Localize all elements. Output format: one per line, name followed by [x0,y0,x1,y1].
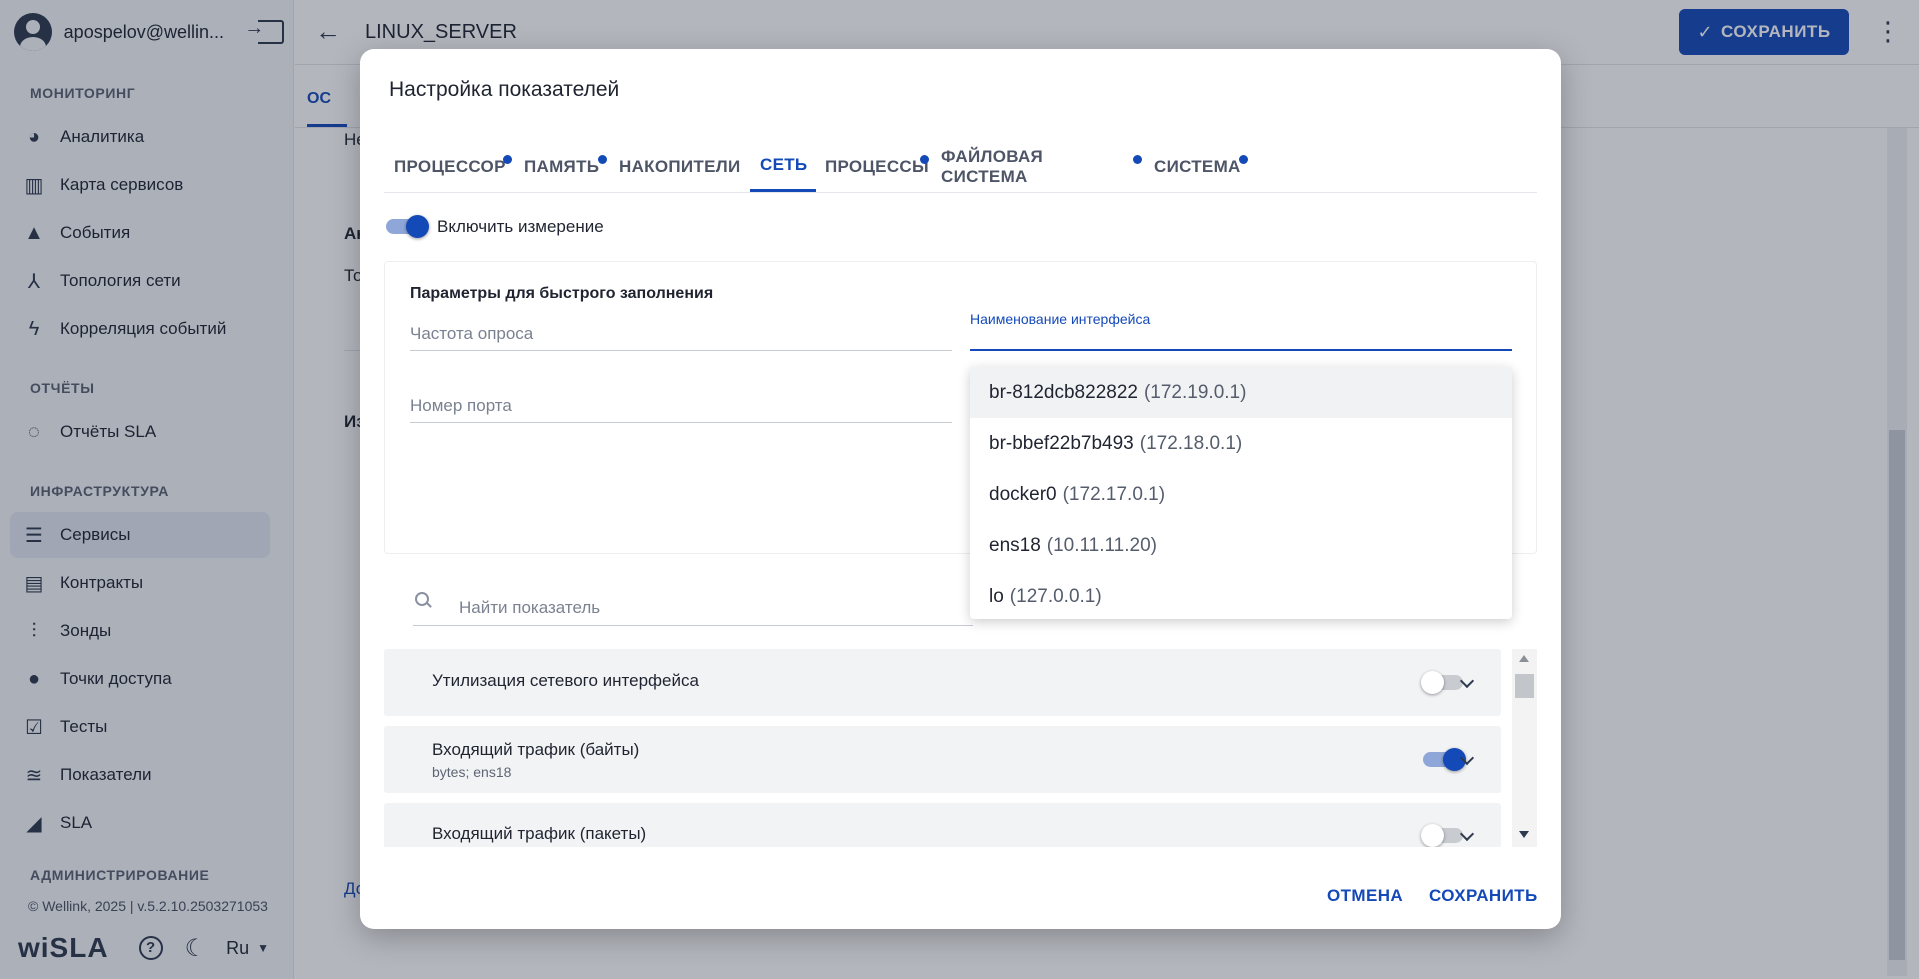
option-ip: (172.19.0.1) [1143,381,1247,403]
tab-label: ПРОЦЕССОР [394,156,506,176]
option-name: br-812dcb822822 [989,381,1138,403]
tab-system[interactable]: СИСТЕМА [1144,141,1250,192]
tab-filesystem[interactable]: ФАЙЛОВАЯ СИСТЕМА [931,141,1144,192]
interface-name-label: Наименование интерфейса [970,311,1151,327]
interface-option[interactable]: br-812dcb822822 (172.19.0.1) [970,367,1512,418]
metric-search[interactable]: Найти показатель [413,590,973,626]
tab-dot-indicator [598,155,607,164]
metrics-list: Утилизация сетевого интерфейса Входящий … [384,649,1527,847]
tab-bar: ПРОЦЕССОР ПАМЯТЬ НАКОПИТЕЛИ СЕТЬ ПРОЦЕСС… [384,141,1537,193]
save-button[interactable]: СОХРАНИТЬ [1429,886,1538,906]
enable-measurement-label: Включить измерение [437,217,604,236]
toggle-knob [406,215,429,238]
tab-processes[interactable]: ПРОЦЕССЫ [815,141,931,192]
poll-frequency-field[interactable]: Частота опроса [410,316,952,351]
poll-frequency-placeholder: Частота опроса [410,324,534,343]
cancel-button[interactable]: ОТМЕНА [1327,886,1403,906]
option-ip: (10.11.11.20) [1046,534,1157,556]
interface-option[interactable]: lo (127.0.0.1) [970,571,1512,622]
metric-row[interactable]: Входящий трафик (пакеты) [384,803,1501,847]
tab-dot-indicator [920,155,929,164]
scroll-up-icon[interactable] [1519,655,1529,662]
port-number-field[interactable]: Номер порта [410,387,952,423]
tab-processor[interactable]: ПРОЦЕССОР [384,141,514,192]
option-name: lo [989,585,1004,607]
dialog-title: Настройка показателей [389,78,620,101]
option-name: br-bbef22b7b493 [989,432,1134,454]
interface-dropdown: br-812dcb822822 (172.19.0.1) br-bbef22b7… [970,367,1512,619]
search-icon [415,592,431,608]
tab-label: ПРОЦЕССЫ [825,156,929,176]
scrollbar-thumb[interactable] [1515,674,1534,698]
option-ip: (172.18.0.1) [1139,432,1243,454]
enable-measurement-toggle[interactable] [384,215,430,238]
port-number-placeholder: Номер порта [410,396,512,415]
tab-label: НАКОПИТЕЛИ [619,156,741,176]
metrics-scrollbar[interactable] [1512,649,1537,847]
tab-label: ПАМЯТЬ [524,156,600,176]
tab-network[interactable]: СЕТЬ [750,141,816,192]
search-input[interactable]: Найти показатель [459,598,600,618]
tab-storage[interactable]: НАКОПИТЕЛИ [609,141,744,192]
metric-row[interactable]: Входящий трафик (байты) bytes; ens18 [384,726,1501,793]
metric-subtitle: bytes; ens18 [432,764,512,780]
metrics-settings-dialog: Настройка показателей ПРОЦЕССОР ПАМЯТЬ Н… [360,49,1561,929]
metric-name: Входящий трафик (пакеты) [432,824,647,843]
metric-row[interactable]: Утилизация сетевого интерфейса [384,649,1501,716]
tab-memory[interactable]: ПАМЯТЬ [514,141,609,192]
tab-dot-indicator [1133,155,1142,164]
tab-label: СИСТЕМА [1154,156,1241,176]
option-name: ens18 [989,534,1041,556]
option-ip: (172.17.0.1) [1062,483,1166,505]
tab-dot-indicator [1239,155,1248,164]
option-ip: (127.0.0.1) [1009,585,1102,607]
metric-name: Входящий трафик (байты) [432,740,640,759]
option-name: docker0 [989,483,1057,505]
interface-option[interactable]: ens18 (10.11.11.20) [970,520,1512,571]
metric-name: Утилизация сетевого интерфейса [432,671,699,690]
quick-fill-title: Параметры для быстрого заполнения [410,285,714,302]
toggle-knob [1421,671,1444,694]
tab-dot-indicator [503,155,512,164]
tab-label: ФАЙЛОВАЯ СИСТЕМА [941,146,1044,186]
interface-option[interactable]: docker0 (172.17.0.1) [970,469,1512,520]
toggle-knob [1421,824,1444,847]
interface-name-field[interactable] [970,330,1512,351]
tab-label: СЕТЬ [760,155,808,174]
interface-option[interactable]: br-bbef22b7b493 (172.18.0.1) [970,418,1512,469]
scroll-down-icon[interactable] [1519,831,1529,838]
